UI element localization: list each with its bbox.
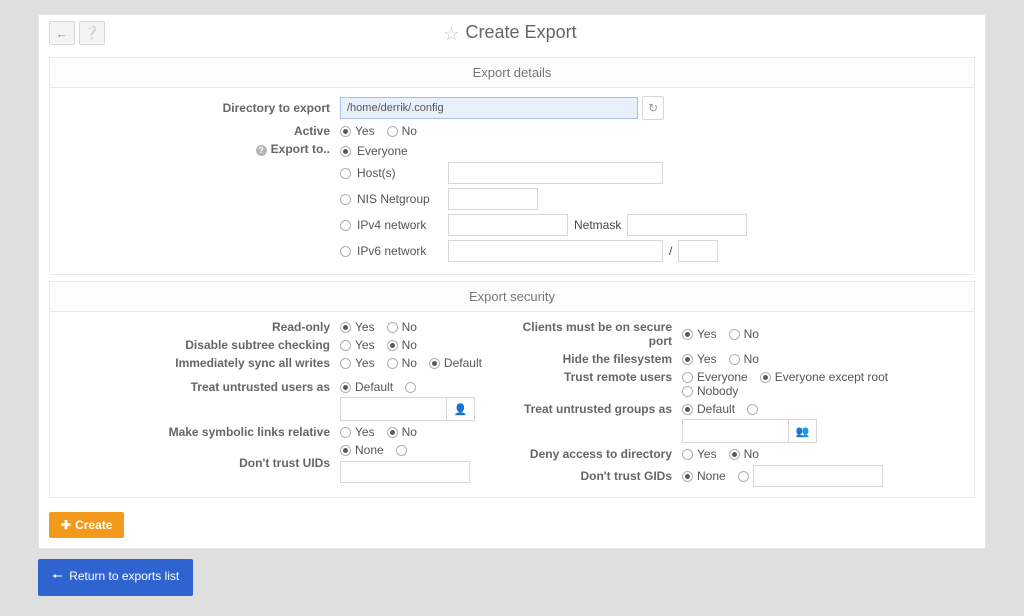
label-sync: Immediately sync all writes — [60, 356, 340, 370]
create-button[interactable]: ✚Create — [49, 512, 124, 538]
security-left-col: Read-only Yes No Disable subtree checkin… — [60, 318, 502, 489]
deny-no-radio[interactable] — [729, 449, 740, 460]
label-treat-groups: Treat untrusted groups as — [522, 402, 682, 416]
export-hosts-radio[interactable] — [340, 168, 351, 179]
label-symlinks: Make symbolic links relative — [60, 425, 340, 439]
label-gids: Don't trust GIDs — [522, 469, 682, 483]
section-heading-security: Export security — [50, 282, 974, 312]
active-no-radio[interactable] — [387, 126, 398, 137]
label-hidefs: Hide the filesystem — [522, 352, 682, 366]
plus-icon: ✚ — [61, 518, 71, 532]
uids-input[interactable] — [340, 461, 470, 483]
label-treat-users: Treat untrusted users as — [60, 380, 340, 394]
label-readonly: Read-only — [60, 320, 340, 334]
section-export-details: Export details Directory to export ↻ Act… — [49, 57, 975, 275]
ipv6-prefix-input[interactable] — [678, 240, 718, 262]
topbar: ← ❔ ☆Create Export — [39, 15, 985, 51]
sync-default-radio[interactable] — [429, 358, 440, 369]
back-button[interactable]: ← — [49, 21, 75, 45]
uids-none-radio[interactable] — [340, 445, 351, 456]
groups-default-radio[interactable] — [682, 404, 693, 415]
users-default-radio[interactable] — [340, 382, 351, 393]
export-ipv6-radio[interactable] — [340, 246, 351, 257]
readonly-no-radio[interactable] — [387, 322, 398, 333]
hidefs-yes-radio[interactable] — [682, 354, 693, 365]
label-trustremote: Trust remote users — [522, 370, 682, 384]
users-icon: 👥 — [796, 425, 810, 438]
label-directory: Directory to export — [60, 101, 340, 115]
label-deny: Deny access to directory — [522, 447, 682, 461]
return-button[interactable]: 🠔 Return to exports list — [38, 559, 193, 596]
sync-no-radio[interactable] — [387, 358, 398, 369]
browse-button[interactable]: ↻ — [642, 96, 664, 120]
page-title: ☆Create Export — [105, 22, 915, 45]
symlinks-no-radio[interactable] — [387, 427, 398, 438]
netmask-input[interactable] — [627, 214, 747, 236]
star-icon[interactable]: ☆ — [443, 24, 459, 44]
ipv6-input[interactable] — [448, 240, 663, 262]
nis-input[interactable] — [448, 188, 538, 210]
subtree-no-radio[interactable] — [387, 340, 398, 351]
hidefs-no-radio[interactable] — [729, 354, 740, 365]
gids-other-radio[interactable] — [738, 471, 749, 482]
arrow-left-icon: ← — [56, 26, 69, 41]
trust-nobody-radio[interactable] — [682, 386, 693, 397]
active-yes-radio[interactable] — [340, 126, 351, 137]
export-nis-radio[interactable] — [340, 194, 351, 205]
users-other-radio[interactable] — [405, 382, 416, 393]
secure-no-radio[interactable] — [729, 329, 740, 340]
deny-yes-radio[interactable] — [682, 449, 693, 460]
main-panel: ← ❔ ☆Create Export Export details Direct… — [38, 14, 986, 549]
trust-everyone-radio[interactable] — [682, 372, 693, 383]
section-export-security: Export security Read-only Yes No Disable… — [49, 281, 975, 498]
label-secureport: Clients must be on secure port — [522, 320, 682, 348]
arrow-left-icon: 🠔 — [52, 569, 63, 583]
help-button[interactable]: ❔ — [79, 21, 105, 45]
export-ipv4-radio[interactable] — [340, 220, 351, 231]
gids-input[interactable] — [753, 465, 883, 487]
label-export-to: ?Export to.. — [60, 142, 340, 156]
label-subtree: Disable subtree checking — [60, 338, 340, 352]
help-icon[interactable]: ? — [256, 145, 267, 156]
secure-yes-radio[interactable] — [682, 329, 693, 340]
sync-yes-radio[interactable] — [340, 358, 351, 369]
trust-except-root-radio[interactable] — [760, 372, 771, 383]
directory-input[interactable] — [340, 97, 638, 119]
user-picker[interactable]: 👤 — [340, 397, 475, 421]
user-icon: 👤 — [454, 403, 468, 416]
readonly-yes-radio[interactable] — [340, 322, 351, 333]
groups-other-radio[interactable] — [747, 404, 758, 415]
label-uids: Don't trust UIDs — [60, 456, 340, 470]
label-active: Active — [60, 124, 340, 138]
uids-other-radio[interactable] — [396, 445, 407, 456]
gids-none-radio[interactable] — [682, 471, 693, 482]
security-right-col: Clients must be on secure port Yes No Hi… — [522, 318, 964, 489]
folder-icon: ↻ — [648, 101, 658, 115]
group-picker[interactable]: 👥 — [682, 419, 817, 443]
help-icon: ❔ — [84, 25, 100, 41]
section-heading-details: Export details — [50, 58, 974, 88]
hosts-input[interactable] — [448, 162, 663, 184]
export-everyone-radio[interactable] — [340, 146, 351, 157]
symlinks-yes-radio[interactable] — [340, 427, 351, 438]
subtree-yes-radio[interactable] — [340, 340, 351, 351]
ipv4-input[interactable] — [448, 214, 568, 236]
